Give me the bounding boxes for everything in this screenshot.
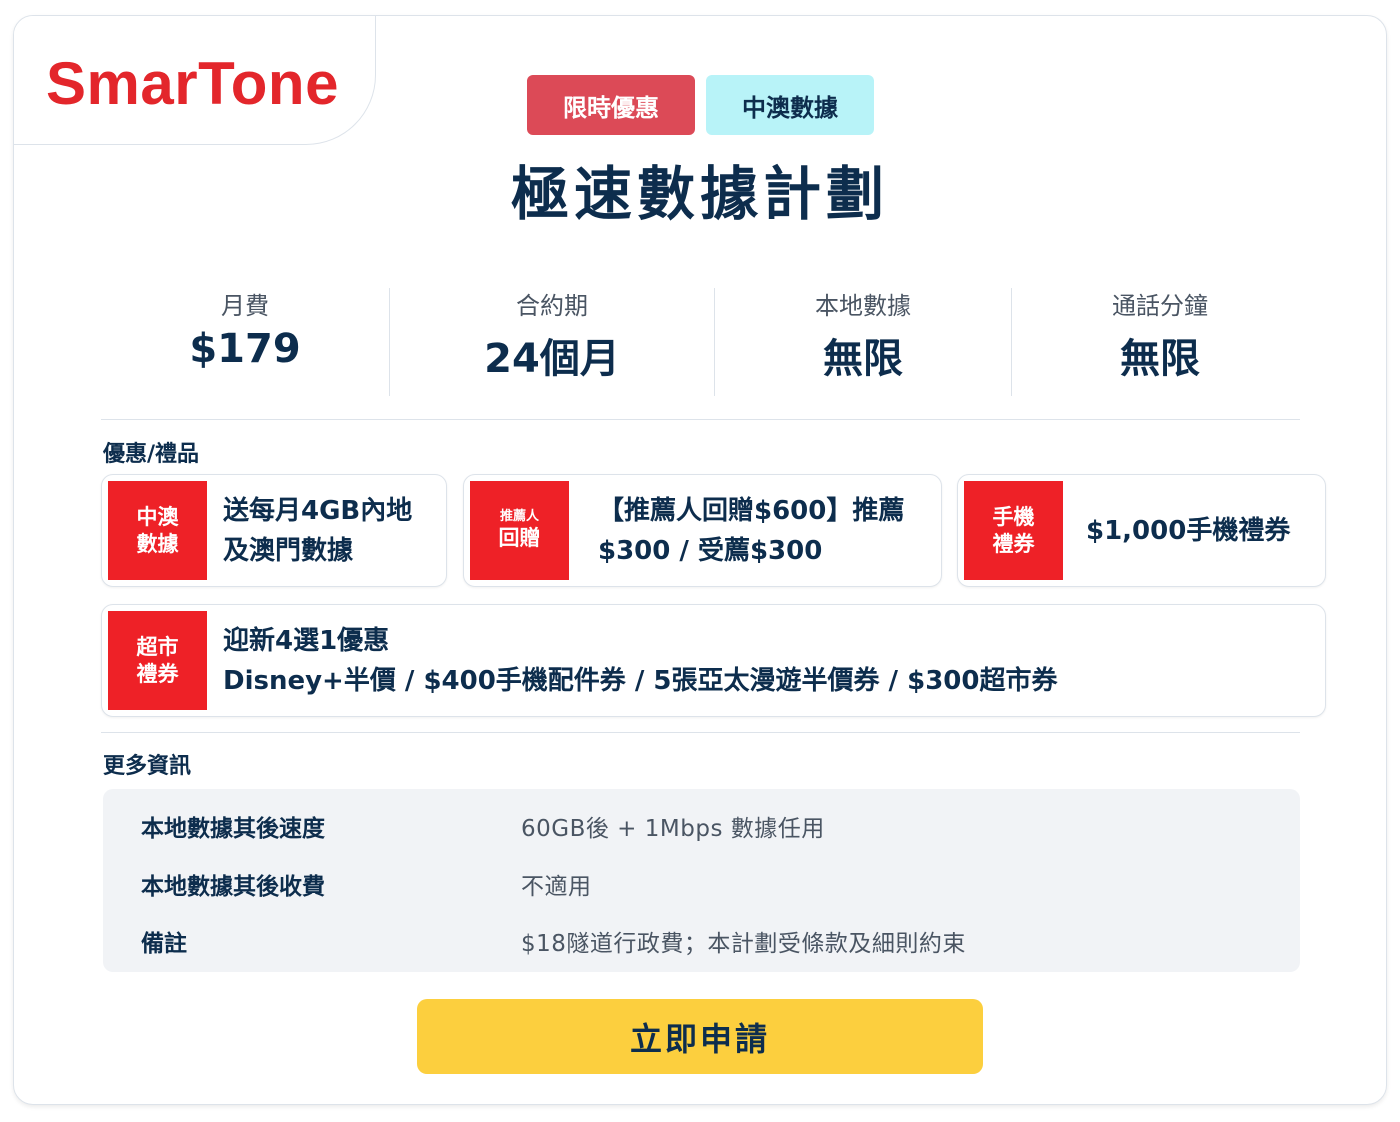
offer-china-macau-data[interactable]: 中澳 數據 送每月4GB內地 及澳門數據 bbox=[101, 474, 447, 587]
info-key: 本地數據其後速度 bbox=[141, 816, 325, 842]
plan-card: SmarTone 限時優惠 中澳數據 極速數據計劃 月費 $179 合約期 24… bbox=[13, 15, 1387, 1105]
info-row: 本地數據其後收費 不適用 bbox=[103, 867, 1300, 900]
offer-welcome-choice[interactable]: 超市 禮券 迎新4選1優惠 Disney+半價 / $400手機配件券 / 5張… bbox=[101, 604, 1326, 717]
summary-label: 月費 bbox=[221, 292, 269, 320]
plan-title: 極速數據計劃 bbox=[510, 160, 889, 228]
section-divider bbox=[101, 419, 1300, 420]
summary-value: 無限 bbox=[1120, 336, 1200, 382]
section-divider bbox=[101, 732, 1300, 733]
more-info-section-label: 更多資訊 bbox=[103, 754, 192, 779]
referral-rebate-icon: 推薦人 回贈 bbox=[470, 481, 569, 580]
info-value: 60GB後 + 1Mbps 數據任用 bbox=[521, 816, 825, 842]
offer-description: 迎新4選1優惠 Disney+半價 / $400手機配件券 / 5張亞太漫遊半價… bbox=[223, 625, 1058, 696]
info-key: 本地數據其後收費 bbox=[141, 874, 325, 900]
info-key: 備註 bbox=[141, 931, 187, 957]
offer-description: 【推薦人回贈$600】推薦 $300 / 受薦$300 bbox=[598, 495, 905, 566]
more-info-table: 本地數據其後速度 60GB後 + 1Mbps 數據任用 本地數據其後收費 不適用… bbox=[103, 789, 1300, 972]
summary-monthly-fee: 月費 $179 bbox=[101, 286, 389, 398]
info-row: 本地數據其後速度 60GB後 + 1Mbps 數據任用 bbox=[103, 809, 1300, 842]
offer-description: 送每月4GB內地 及澳門數據 bbox=[223, 495, 413, 566]
smartone-logo[interactable]: SmarTone bbox=[46, 49, 339, 119]
summary-value: $179 bbox=[189, 326, 301, 372]
offer-phone-voucher[interactable]: 手機 禮券 $1,000手機禮券 bbox=[957, 474, 1326, 587]
offer-description: $1,000手機禮券 bbox=[1086, 515, 1291, 546]
summary-local-data: 本地數據 無限 bbox=[715, 286, 1011, 398]
supermarket-voucher-icon: 超市 禮券 bbox=[108, 611, 207, 710]
summary-value: 無限 bbox=[823, 336, 903, 382]
summary-call-minutes: 通話分鐘 無限 bbox=[1012, 286, 1308, 398]
logo-container: SmarTone bbox=[14, 16, 376, 145]
summary-label: 合約期 bbox=[516, 292, 588, 320]
info-value: 不適用 bbox=[521, 874, 592, 900]
phone-voucher-icon: 手機 禮券 bbox=[964, 481, 1063, 580]
apply-now-button[interactable]: 立即申請 bbox=[417, 999, 983, 1074]
limited-offer-tag: 限時優惠 bbox=[527, 75, 695, 135]
info-value: $18隧道行政費；本計劃受條款及細則約束 bbox=[521, 931, 966, 957]
summary-label: 通話分鐘 bbox=[1112, 292, 1208, 320]
summary-label: 本地數據 bbox=[815, 292, 911, 320]
summary-contract-period: 合約期 24個月 bbox=[390, 286, 714, 398]
china-macau-data-icon: 中澳 數據 bbox=[108, 481, 207, 580]
offer-referral-rebate[interactable]: 推薦人 回贈 【推薦人回贈$600】推薦 $300 / 受薦$300 bbox=[463, 474, 942, 587]
offers-section-label: 優惠/禮品 bbox=[103, 442, 200, 467]
info-row: 備註 $18隧道行政費；本計劃受條款及細則約束 bbox=[103, 924, 1300, 957]
summary-value: 24個月 bbox=[484, 336, 620, 382]
china-macau-data-tag: 中澳數據 bbox=[706, 75, 874, 135]
